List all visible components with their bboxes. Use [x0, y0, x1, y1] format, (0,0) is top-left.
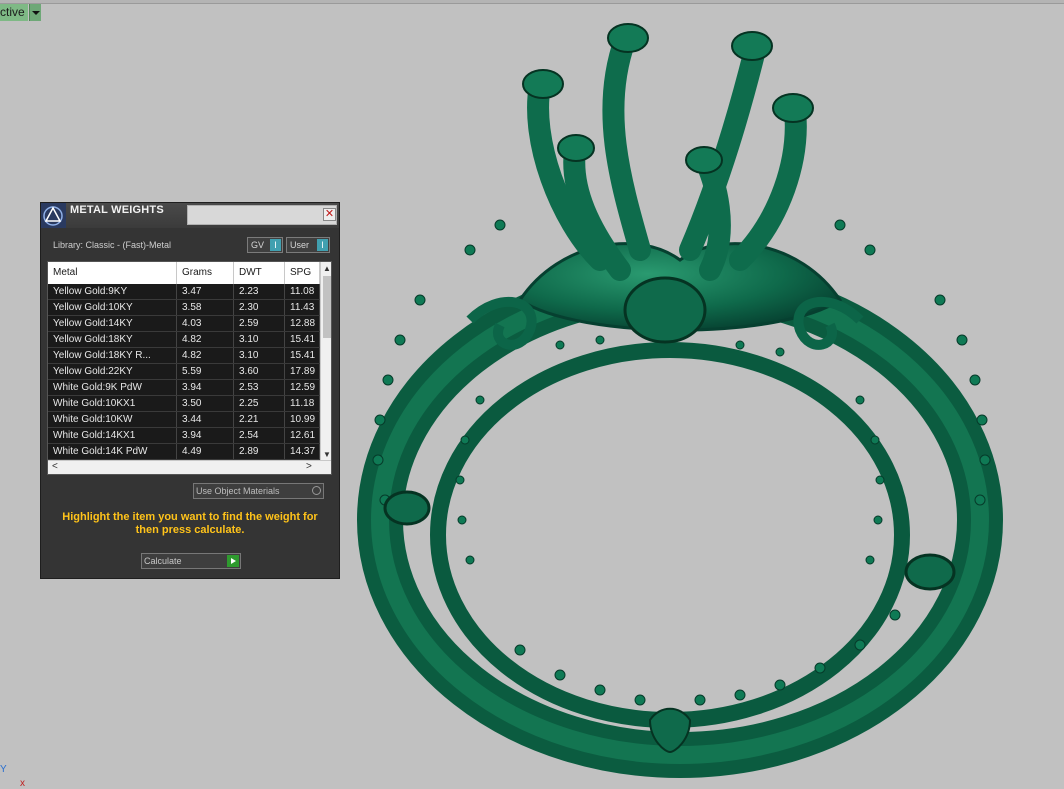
user-toggle[interactable]: User I	[286, 237, 330, 253]
cell-metal: White Gold:14K PdW	[48, 444, 177, 459]
column-header-metal[interactable]: Metal	[48, 262, 177, 284]
gv-toggle[interactable]: GV I	[247, 237, 283, 253]
column-header-dwt[interactable]: DWT	[234, 262, 285, 284]
cell-grams: 5.59	[177, 364, 234, 379]
table-row[interactable]: Yellow Gold:14KY 4.03 2.59 12.88	[48, 316, 320, 332]
cell-grams: 3.58	[177, 300, 234, 315]
cell-dwt: 2.21	[234, 412, 285, 427]
cell-grams: 3.94	[177, 428, 234, 443]
cell-metal: White Gold:9K PdW	[48, 380, 177, 395]
cell-dwt: 2.89	[234, 444, 285, 459]
column-header-spg[interactable]: SPG	[285, 262, 320, 284]
cell-grams: 4.03	[177, 316, 234, 331]
cell-spg: 15.41	[285, 348, 320, 363]
app-logo-icon	[41, 203, 66, 228]
table-row[interactable]: White Gold:10KW 3.44 2.21 10.99	[48, 412, 320, 428]
calculate-button[interactable]: Calculate	[141, 553, 241, 569]
cell-metal: White Gold:10KX1	[48, 396, 177, 411]
table-row[interactable]: White Gold:9K PdW 3.94 2.53 12.59	[48, 380, 320, 396]
cell-dwt: 2.54	[234, 428, 285, 443]
cell-spg: 12.88	[285, 316, 320, 331]
table-row[interactable]: Yellow Gold:9KY 3.47 2.23 11.08	[48, 284, 320, 300]
cell-spg: 15.41	[285, 332, 320, 347]
gv-toggle-indicator: I	[270, 239, 281, 251]
table-row[interactable]: Yellow Gold:10KY 3.58 2.30 11.43	[48, 300, 320, 316]
cell-dwt: 3.10	[234, 348, 285, 363]
table-row[interactable]: Yellow Gold:18KY 4.82 3.10 15.41	[48, 332, 320, 348]
axis-gizmo-x: x	[20, 778, 25, 789]
cell-dwt: 2.30	[234, 300, 285, 315]
dialog-title: METAL WEIGHTS	[70, 204, 164, 216]
table-header: Metal Grams DWT SPG	[48, 262, 320, 284]
cell-grams: 3.44	[177, 412, 234, 427]
cell-metal: Yellow Gold:22KY	[48, 364, 177, 379]
calculate-label: Calculate	[144, 556, 182, 566]
cell-grams: 3.50	[177, 396, 234, 411]
dialog-titlebar[interactable]: METAL WEIGHTS ✕	[41, 203, 339, 228]
cell-metal: Yellow Gold:18KY	[48, 332, 177, 347]
cell-metal: Yellow Gold:14KY	[48, 316, 177, 331]
cell-spg: 17.89	[285, 364, 320, 379]
cell-dwt: 3.10	[234, 332, 285, 347]
cell-spg: 14.37	[285, 444, 320, 459]
cell-dwt: 2.53	[234, 380, 285, 395]
metal-weights-dialog: METAL WEIGHTS ✕ Library: Classic - (Fast…	[40, 202, 340, 579]
table-row[interactable]: White Gold:14K PdW 4.49 2.89 14.37	[48, 444, 320, 460]
cell-metal: Yellow Gold:10KY	[48, 300, 177, 315]
table-row[interactable]: Yellow Gold:18KY R... 4.82 3.10 15.41	[48, 348, 320, 364]
cell-dwt: 2.59	[234, 316, 285, 331]
cell-dwt: 2.23	[234, 284, 285, 299]
scroll-right-icon[interactable]: >	[306, 461, 312, 472]
vertical-scrollbar[interactable]: ▲ ▼	[320, 262, 331, 460]
cell-metal: Yellow Gold:18KY R...	[48, 348, 177, 363]
scroll-up-icon[interactable]: ▲	[323, 264, 331, 273]
viewport-mode-label[interactable]: ctive	[0, 4, 28, 21]
cell-grams: 4.49	[177, 444, 234, 459]
vertical-scroll-thumb[interactable]	[323, 276, 331, 338]
cell-spg: 11.08	[285, 284, 320, 299]
cell-metal: White Gold:10KW	[48, 412, 177, 427]
gv-toggle-label: GV	[251, 240, 265, 250]
user-toggle-label: User	[290, 240, 310, 250]
user-toggle-indicator: I	[317, 239, 328, 251]
play-arrow-icon[interactable]	[227, 555, 239, 567]
close-icon[interactable]: ✕	[323, 208, 336, 221]
viewport-mode-dropdown[interactable]	[29, 4, 41, 21]
cell-dwt: 2.25	[234, 396, 285, 411]
scroll-left-icon[interactable]: <	[52, 461, 58, 472]
cell-grams: 3.94	[177, 380, 234, 395]
cell-grams: 4.82	[177, 348, 234, 363]
cell-spg: 10.99	[285, 412, 320, 427]
use-object-materials-option[interactable]: Use Object Materials	[193, 483, 324, 499]
column-header-grams[interactable]: Grams	[177, 262, 234, 284]
library-label: Library: Classic - (Fast)-Metal	[53, 240, 172, 250]
cell-spg: 12.59	[285, 380, 320, 395]
scroll-down-icon[interactable]: ▼	[323, 450, 331, 459]
cell-metal: White Gold:14KX1	[48, 428, 177, 443]
cell-spg: 11.43	[285, 300, 320, 315]
table-row[interactable]: White Gold:14KX1 3.94 2.54 12.61	[48, 428, 320, 444]
use-object-materials-label: Use Object Materials	[196, 486, 280, 496]
cell-grams: 3.47	[177, 284, 234, 299]
axis-gizmo-y: Y	[0, 764, 7, 775]
cell-dwt: 3.60	[234, 364, 285, 379]
radio-icon[interactable]	[312, 486, 321, 495]
cell-spg: 12.61	[285, 428, 320, 443]
cell-grams: 4.82	[177, 332, 234, 347]
instruction-text: Highlight the item you want to find the …	[62, 511, 318, 536]
table-row[interactable]: Yellow Gold:22KY 5.59 3.60 17.89	[48, 364, 320, 380]
metal-weights-table[interactable]: Metal Grams DWT SPG Yellow Gold:9KY 3.47 2…	[47, 261, 332, 475]
horizontal-scrollbar[interactable]: < >	[48, 460, 331, 474]
table-body: Yellow Gold:9KY 3.47 2.23 11.08 Yellow Gold…	[48, 284, 320, 460]
cell-metal: Yellow Gold:9KY	[48, 284, 177, 299]
titlebar-drag-area[interactable]	[187, 205, 337, 225]
cell-spg: 11.18	[285, 396, 320, 411]
table-row[interactable]: White Gold:10KX1 3.50 2.25 11.18	[48, 396, 320, 412]
